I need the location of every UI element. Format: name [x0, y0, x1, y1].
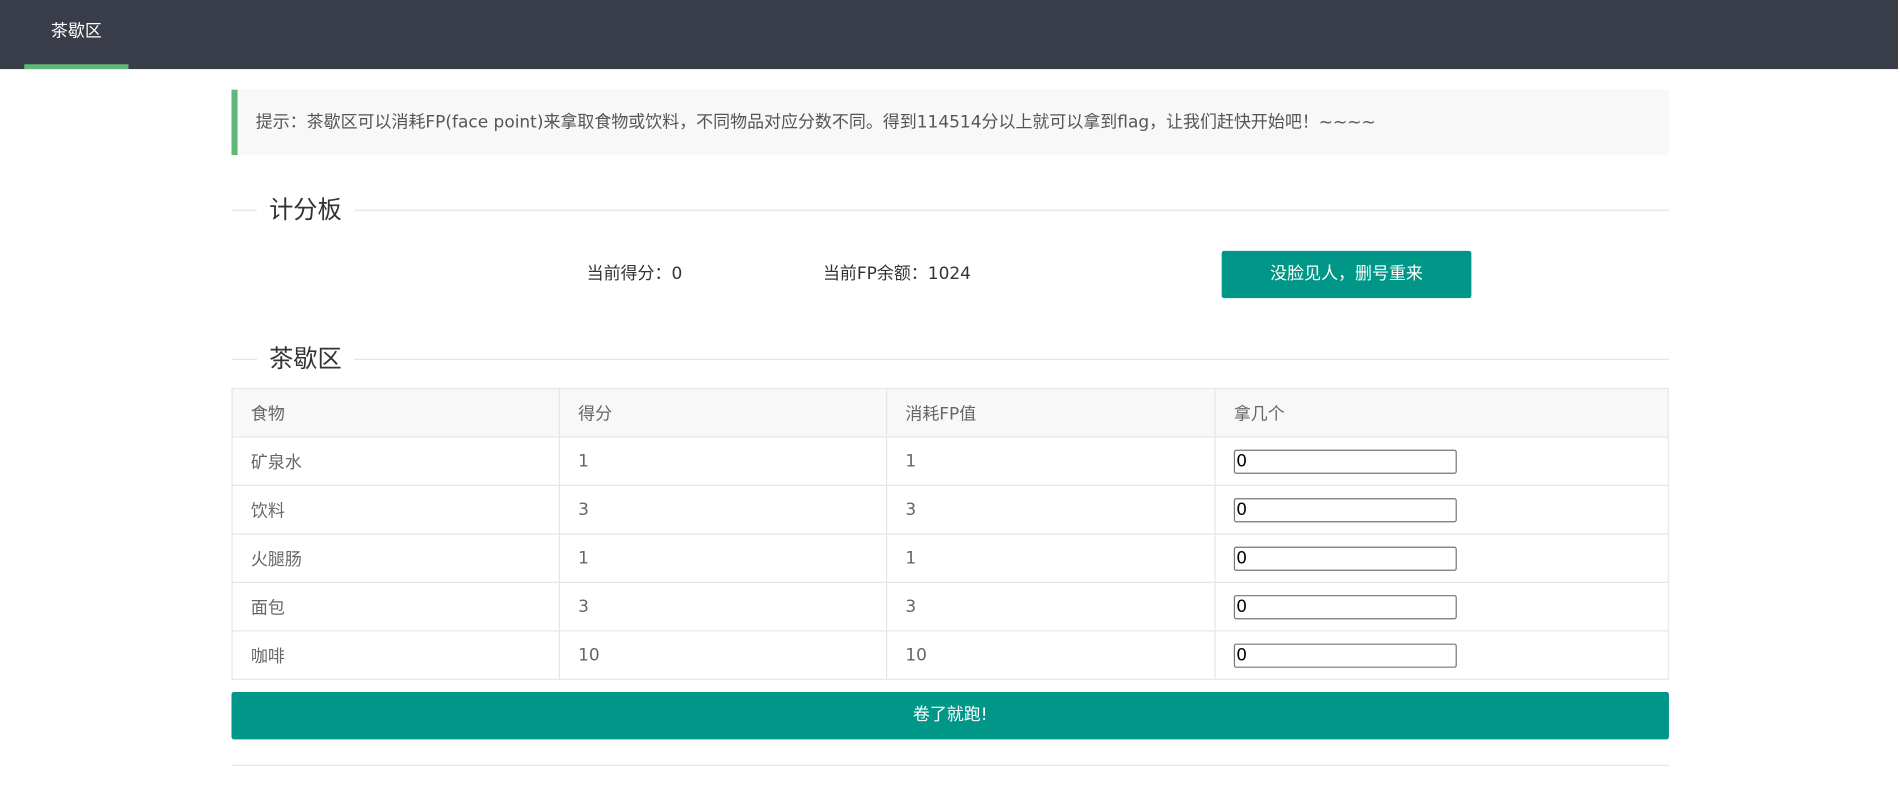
table-row: 火腿肠 1 1 — [231, 533, 1669, 583]
table-row: 饮料 3 3 — [231, 484, 1669, 535]
food-score: 1 — [558, 533, 888, 583]
quantity-input[interactable] — [1233, 594, 1457, 619]
food-table: 食物 得分 消耗FP值 拿几个 矿泉水 1 1 饮料 3 3 火腿肠 1 — [231, 387, 1669, 680]
quantity-cell — [1214, 581, 1669, 632]
nav-item-label: 茶歇区 — [50, 21, 102, 42]
food-name: 咖啡 — [231, 630, 560, 680]
header-quantity: 拿几个 — [1214, 387, 1669, 438]
nav-item-tea-break[interactable]: 茶歇区 — [24, 0, 129, 70]
quantity-input[interactable] — [1233, 497, 1457, 522]
quantity-input[interactable] — [1233, 449, 1457, 474]
page: 茶歇区 提示：茶歇区可以消耗FP(face point)来拿取食物或饮料，不同物… — [0, 0, 1900, 796]
food-cost: 3 — [885, 581, 1216, 632]
food-score: 3 — [558, 581, 888, 632]
food-cost: 1 — [885, 533, 1216, 583]
food-cost: 10 — [885, 630, 1216, 680]
table-row: 咖啡 10 10 — [231, 630, 1669, 680]
food-score: 10 — [558, 630, 888, 680]
scoreboard-legend: 计分板 — [256, 195, 354, 225]
food-name: 饮料 — [231, 484, 560, 535]
food-score: 3 — [558, 484, 888, 535]
nav-active-indicator — [24, 64, 129, 70]
scoreboard-fieldset-title: 计分板 — [231, 195, 1669, 225]
divider — [231, 209, 1669, 211]
table-header-row: 食物 得分 消耗FP值 拿几个 — [231, 387, 1669, 438]
food-name: 矿泉水 — [231, 436, 560, 487]
quantity-cell — [1214, 484, 1669, 535]
table-row: 矿泉水 1 1 — [231, 436, 1669, 487]
quantity-cell — [1214, 533, 1669, 583]
quantity-input[interactable] — [1233, 546, 1457, 571]
tea-legend: 茶歇区 — [256, 344, 354, 374]
divider — [231, 358, 1669, 360]
submit-button[interactable]: 卷了就跑! — [231, 692, 1669, 740]
header-fp-cost: 消耗FP值 — [885, 387, 1216, 438]
food-name: 面包 — [231, 581, 560, 632]
tip-quote: 提示：茶歇区可以消耗FP(face point)来拿取食物或饮料，不同物品对应分… — [231, 89, 1669, 156]
food-score: 1 — [558, 436, 888, 487]
tea-fieldset-title: 茶歇区 — [231, 344, 1669, 374]
current-score: 当前得分：0 — [586, 264, 683, 284]
header-score: 得分 — [558, 387, 888, 438]
quantity-input[interactable] — [1233, 642, 1457, 668]
quantity-cell — [1214, 436, 1669, 487]
quantity-cell — [1214, 630, 1669, 680]
current-fp-balance: 当前FP余额：1024 — [822, 264, 971, 284]
table-row: 面包 3 3 — [231, 581, 1669, 632]
food-cost: 1 — [885, 436, 1216, 487]
reset-account-button[interactable]: 没脸见人，删号重来 — [1221, 250, 1472, 299]
bottom-divider — [231, 764, 1669, 766]
header-food: 食物 — [231, 387, 560, 438]
food-name: 火腿肠 — [231, 533, 560, 583]
food-cost: 3 — [885, 484, 1216, 535]
top-navbar: 茶歇区 — [0, 0, 1898, 70]
tip-text: 提示：茶歇区可以消耗FP(face point)来拿取食物或饮料，不同物品对应分… — [255, 112, 1376, 133]
